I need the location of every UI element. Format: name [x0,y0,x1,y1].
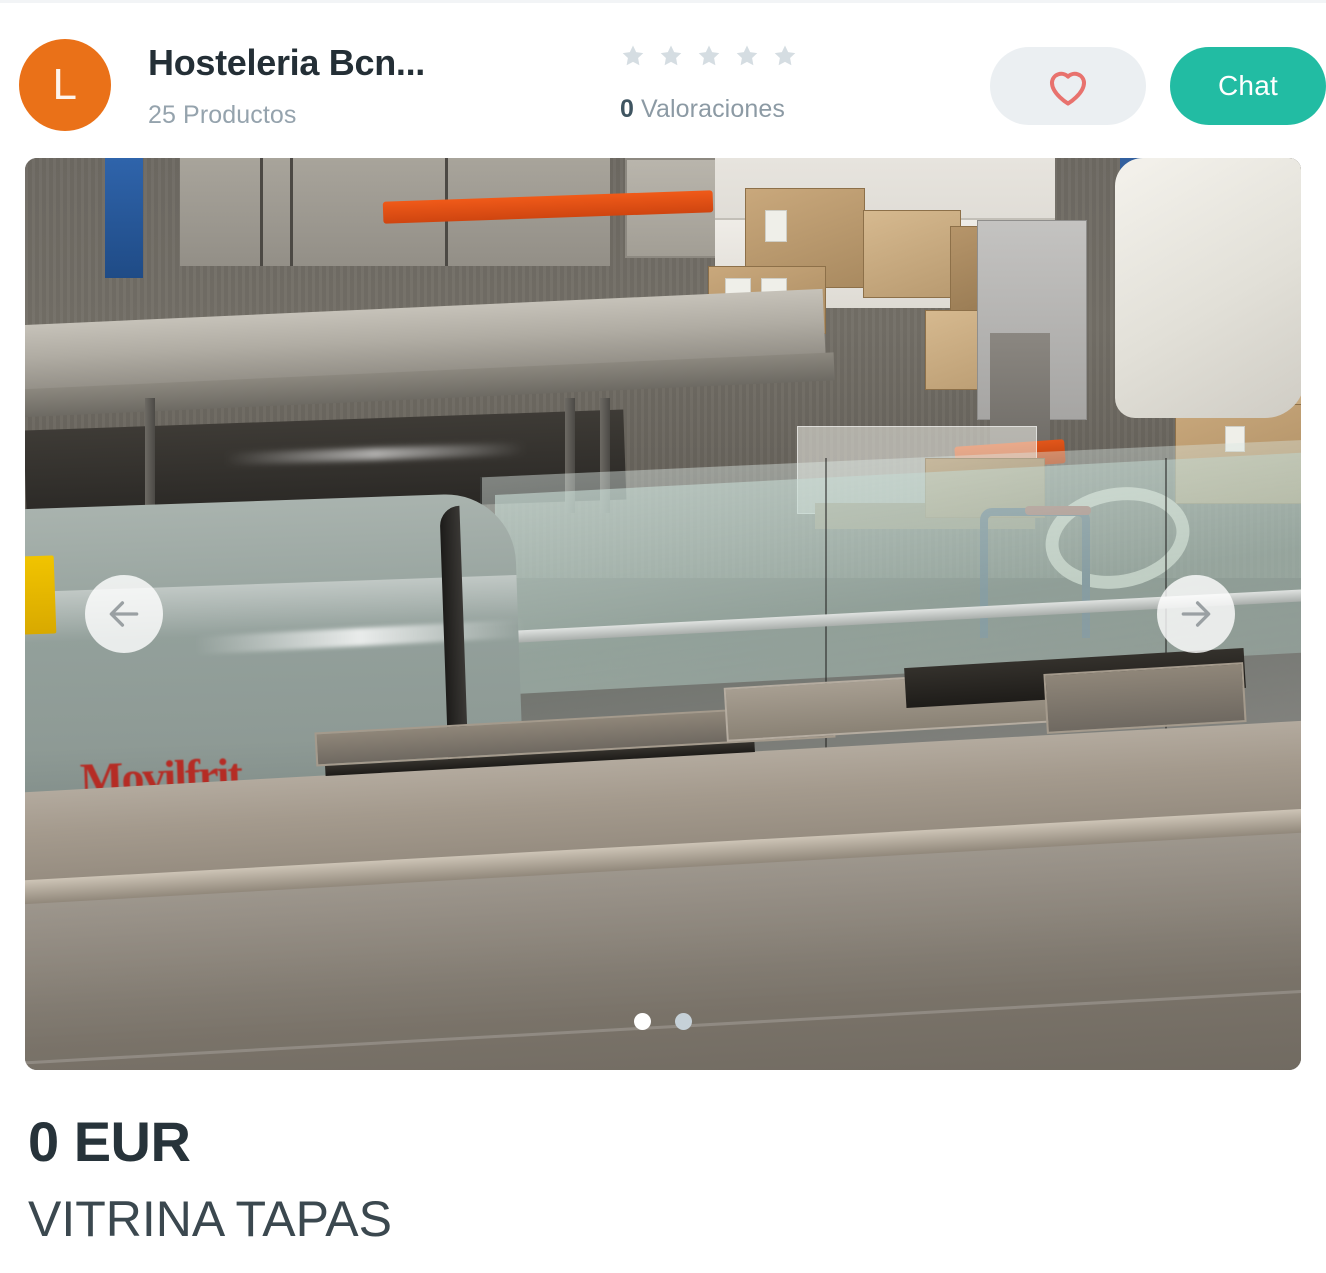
carousel-pagination [25,1013,1301,1030]
seller-header: L Hosteleria Bcn... 25 Productos 0 Valor… [0,3,1326,155]
avatar-letter: L [52,60,78,109]
arrow-left-icon [109,601,139,627]
arrow-right-icon [1181,601,1211,627]
star-icon [622,45,644,66]
carousel-dot[interactable] [675,1013,692,1030]
rating-count: 0 [620,95,635,123]
product-info: 0 EUR VITRINA TAPAS [28,1108,1298,1250]
favorite-button[interactable] [990,47,1146,125]
rating-label: Valoraciones [634,95,785,123]
star-icon [736,45,758,66]
carousel-dot[interactable] [634,1013,651,1030]
chat-button[interactable]: Chat [1170,47,1326,125]
product-price: 0 EUR [28,1110,191,1173]
heart-icon [1049,71,1087,106]
star-icon [698,45,720,66]
shop-name: Hosteleria Bcn... [148,42,425,83]
product-title: VITRINA TAPAS [28,1191,392,1247]
header-actions: Chat [990,47,1326,125]
carousel-prev-button[interactable] [85,575,163,653]
rating-block: 0 Valoraciones [620,39,798,124]
rating-summary: 0 Valoraciones [620,95,798,124]
product-detail-page: L Hosteleria Bcn... 25 Productos 0 Valor… [0,0,1326,1273]
product-image-carousel[interactable]: Movilfrit [25,158,1301,1070]
star-rating[interactable] [620,39,798,73]
shop-products-count: 25 Productos [148,101,297,129]
star-icon [774,45,796,66]
seller-info[interactable]: Hosteleria Bcn... 25 Productos [148,41,425,131]
product-photo: Movilfrit [25,158,1301,1070]
avatar[interactable]: L [19,39,111,131]
star-icon [660,45,682,66]
carousel-next-button[interactable] [1157,575,1235,653]
